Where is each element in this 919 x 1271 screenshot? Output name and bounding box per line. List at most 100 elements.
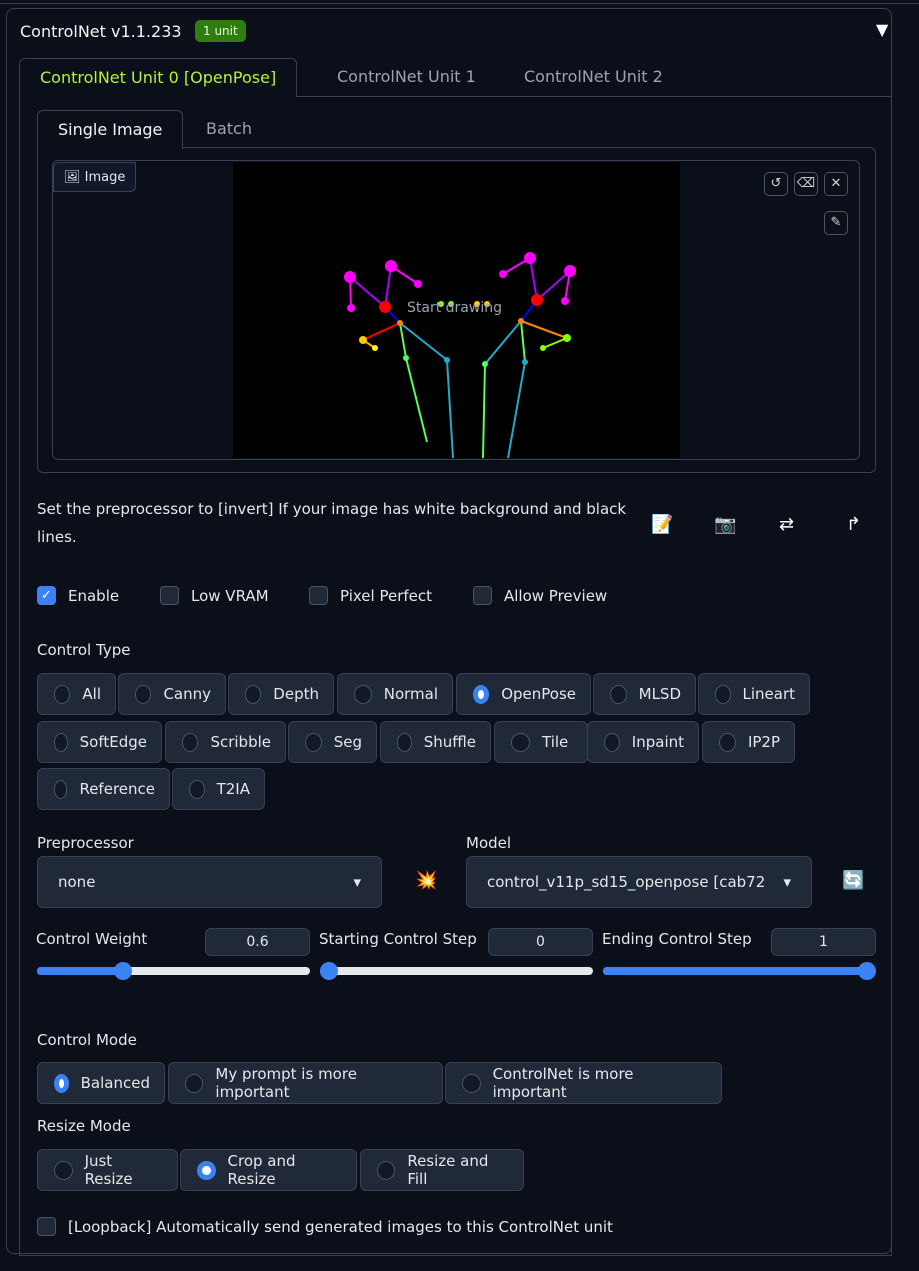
control-type-scribble[interactable]: Scribble: [165, 721, 286, 763]
radio-icon: [54, 732, 68, 752]
control-type-canny[interactable]: Canny: [118, 673, 226, 715]
resize-mode-resize-and-fill[interactable]: Resize and Fill: [360, 1149, 524, 1191]
radio-icon: [604, 732, 620, 752]
radio-icon: [511, 732, 530, 752]
radio-icon: [397, 732, 412, 752]
option-label: Inpaint: [631, 733, 684, 751]
radio-icon: [54, 1160, 73, 1180]
control-mode-balanced[interactable]: Balanced: [37, 1062, 165, 1104]
run-preprocessor-icon[interactable]: 💥: [415, 870, 437, 891]
control-mode-label: Control Mode: [37, 1031, 137, 1049]
option-label: Scribble: [210, 733, 271, 751]
tab-unit-1[interactable]: ControlNet Unit 1: [317, 58, 496, 96]
option-label: T2IA: [216, 780, 250, 798]
option-label: MLSD: [638, 685, 681, 703]
close-button[interactable]: ✕: [824, 172, 848, 196]
option-label: Tile: [542, 733, 569, 751]
control-type-shuffle[interactable]: Shuffle: [380, 721, 491, 763]
model-label: Model: [466, 834, 512, 852]
pose-canvas[interactable]: Start drawing: [233, 162, 680, 459]
control-type-t2ia[interactable]: T2IA: [172, 768, 265, 810]
preprocessor-hint: Set the preprocessor to [invert] If your…: [37, 500, 627, 546]
resize-mode-just-resize[interactable]: Just Resize: [37, 1149, 178, 1191]
preprocessor-value: none: [58, 873, 96, 891]
slider-value-input[interactable]: 0: [488, 928, 593, 956]
control-type-depth[interactable]: Depth: [228, 673, 334, 715]
option-label: ControlNet is more important: [492, 1065, 634, 1101]
control-mode-my-prompt-is-more-important[interactable]: My prompt is more important: [168, 1062, 443, 1104]
option-label: Balanced: [80, 1074, 150, 1092]
allow-preview-checkbox[interactable]: Allow Preview: [473, 586, 607, 605]
image-label: 🖼 Image: [53, 162, 137, 192]
control-type-tile[interactable]: Tile: [494, 721, 588, 763]
option-label: Reference: [79, 780, 155, 798]
collapse-icon[interactable]: ▼: [876, 20, 888, 39]
option-label: Shuffle: [423, 733, 476, 751]
radio-icon: [377, 1160, 396, 1180]
preprocessor-label: Preprocessor: [37, 834, 134, 852]
top-divider: [0, 0, 919, 4]
control-mode-controlnet-is-more-important[interactable]: ControlNet is more important: [445, 1062, 722, 1104]
slider-handle[interactable]: [858, 962, 876, 980]
radio-icon: [719, 732, 736, 752]
tab-unit-0[interactable]: ControlNet Unit 0 [OpenPose]: [19, 58, 298, 97]
radio-icon: [185, 1073, 204, 1093]
brush-button[interactable]: ✎: [824, 211, 848, 235]
control-type-lineart[interactable]: Lineart: [698, 673, 810, 715]
radio-icon: [610, 684, 627, 704]
camera-icon[interactable]: 📷: [714, 514, 736, 535]
tab-single-image[interactable]: Single Image: [37, 110, 184, 149]
option-label: My prompt is more important: [215, 1065, 357, 1101]
option-label: Seg: [333, 733, 362, 751]
option-label: SoftEdge: [79, 733, 147, 751]
send-dimensions-icon[interactable]: ↱: [846, 514, 861, 535]
loopback-checkbox[interactable]: [Loopback] Automatically send generated …: [37, 1217, 613, 1236]
tab-unit-2[interactable]: ControlNet Unit 2: [504, 58, 683, 96]
control-type-seg[interactable]: Seg: [288, 721, 377, 763]
radio-icon: [54, 779, 68, 799]
chevron-down-icon: ▾: [353, 873, 361, 891]
slider-value-input[interactable]: 1: [771, 928, 876, 956]
control-type-softedge[interactable]: SoftEdge: [37, 721, 162, 763]
slider-handle[interactable]: [320, 962, 338, 980]
control-type-reference[interactable]: Reference: [37, 768, 170, 810]
option-label: Normal: [383, 685, 438, 703]
control-type-all[interactable]: All: [37, 673, 116, 715]
control-type-ip2p[interactable]: IP2P: [702, 721, 795, 763]
slider-label: Starting Control Step: [319, 930, 477, 948]
swap-icon[interactable]: ⇄: [779, 514, 794, 535]
control-type-inpaint[interactable]: Inpaint: [587, 721, 699, 763]
unit-count-badge: 1 unit: [195, 20, 246, 42]
slider-label: Control Weight: [36, 930, 148, 948]
slider-track[interactable]: [320, 962, 593, 980]
image-icon: 🖼: [64, 170, 85, 185]
radio-icon: [135, 684, 152, 704]
resize-mode-crop-and-resize[interactable]: Crop and Resize: [180, 1149, 357, 1191]
radio-icon: [715, 684, 731, 704]
preprocessor-select[interactable]: none ▾: [37, 856, 382, 908]
slider-track[interactable]: [37, 962, 310, 980]
tab-batch[interactable]: Batch: [186, 110, 272, 148]
control-type-label: Control Type: [37, 641, 131, 659]
refresh-models-icon[interactable]: 🔄: [842, 870, 864, 891]
pixel-perfect-checkbox[interactable]: Pixel Perfect: [309, 586, 432, 605]
low-vram-checkbox[interactable]: Low VRAM: [160, 586, 269, 605]
control-type-mlsd[interactable]: MLSD: [593, 673, 696, 715]
undo-button[interactable]: ↺: [764, 172, 788, 196]
control-type-openpose[interactable]: OpenPose: [456, 673, 591, 715]
radio-icon: [54, 684, 71, 704]
option-label: All: [82, 685, 101, 703]
slider-track[interactable]: [603, 962, 876, 980]
eraser-button[interactable]: ⌫: [794, 172, 818, 196]
slider-value-input[interactable]: 0.6: [205, 928, 310, 956]
option-label: Lineart: [742, 685, 796, 703]
enable-checkbox[interactable]: ✓ Enable: [37, 586, 119, 605]
model-select[interactable]: control_v11p_sd15_openpose [cab72 ▾: [466, 856, 812, 908]
model-value: control_v11p_sd15_openpose [cab72: [487, 873, 766, 891]
radio-icon: [182, 732, 199, 752]
slider-label: Ending Control Step: [602, 930, 752, 948]
slider-handle[interactable]: [113, 962, 132, 980]
control-type-normal[interactable]: Normal: [337, 673, 453, 715]
start-drawing-hint: Start drawing: [407, 300, 502, 316]
edit-icon[interactable]: 📝: [651, 514, 673, 535]
